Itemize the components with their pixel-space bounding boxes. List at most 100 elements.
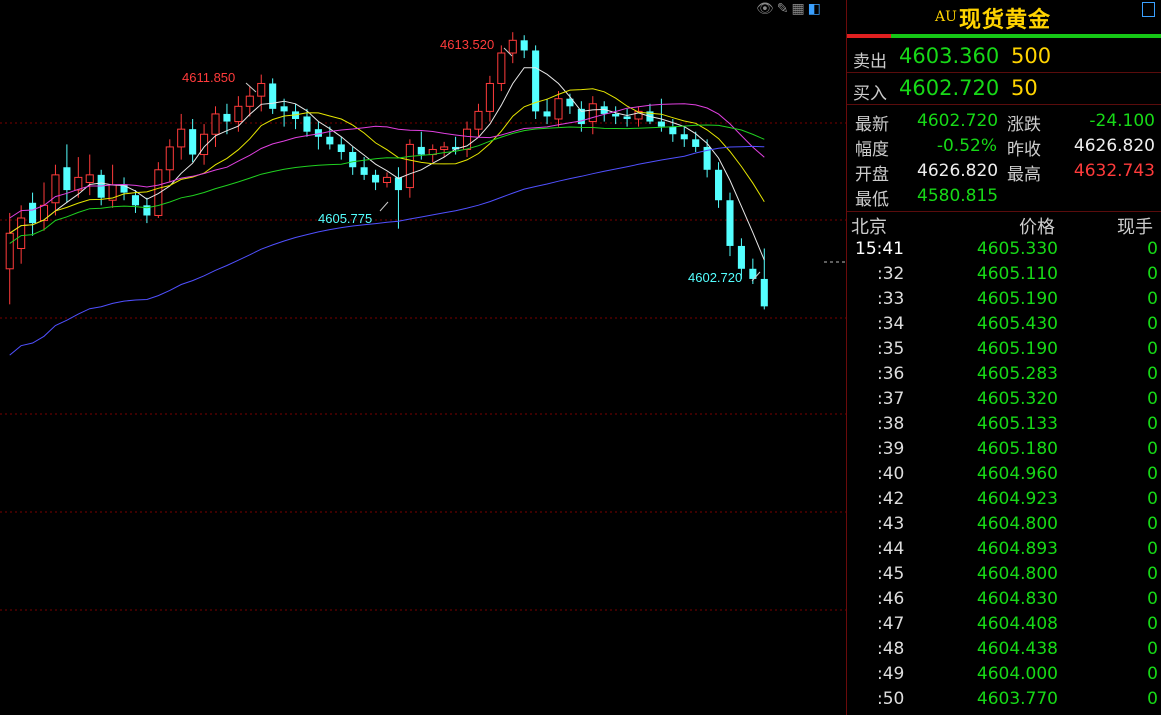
candle-body-down <box>760 278 768 307</box>
window-toggle-icon[interactable] <box>1142 2 1155 17</box>
tick-qty: 0 <box>1147 339 1158 359</box>
instrument-name: 现货黄金 <box>959 8 1052 33</box>
candle-body-down <box>131 195 140 206</box>
candle-body-down <box>543 111 551 117</box>
candle-body-down <box>612 113 620 117</box>
ticks-header-time: 北京 <box>851 217 887 238</box>
kline-chart-svg[interactable]: 4611.850 4613.520 4605.775 4602.720 <box>0 0 846 715</box>
tick-time: :44 <box>877 539 905 559</box>
tick-price: 4605.133 <box>976 414 1058 434</box>
candle-body-up <box>485 82 494 112</box>
divider <box>847 211 1161 212</box>
tick-time: :47 <box>877 614 905 634</box>
buy-row: 买入 4602.720 50 <box>847 74 1161 104</box>
candle-body-up <box>440 146 449 150</box>
tick-qty: 0 <box>1147 589 1158 609</box>
candle-body-down <box>657 121 665 127</box>
sell-price: 4603.360 <box>899 44 1000 68</box>
ticks-header-qty: 现手 <box>1117 217 1153 238</box>
price-annotation: 4605.775 <box>318 211 372 226</box>
high-label: 最高 <box>1007 165 1041 185</box>
tick-qty: 0 <box>1147 539 1158 559</box>
tick-time: :37 <box>877 389 905 409</box>
candle-body-up <box>554 98 563 120</box>
candle-body-down <box>120 185 128 193</box>
pencil-icon[interactable]: ✎ <box>777 1 789 17</box>
candle-body-down <box>337 144 345 153</box>
tick-price: 4605.330 <box>976 239 1058 259</box>
tick-row: :44 4604.893 0 <box>847 539 1161 564</box>
tick-qty: 0 <box>1147 489 1158 509</box>
candle-body-down <box>715 169 723 201</box>
tick-qty: 0 <box>1147 264 1158 284</box>
tick-price: 4604.923 <box>976 489 1058 509</box>
divider <box>847 104 1161 105</box>
buy-volume: 50 <box>1011 76 1038 100</box>
eye-icon[interactable]: 👁 <box>756 1 774 17</box>
tick-time: :43 <box>877 514 905 534</box>
tick-time: 15:41 <box>855 239 904 259</box>
candle-body-up <box>211 113 220 135</box>
tick-price: 4605.190 <box>976 339 1058 359</box>
candle-body-up <box>154 169 163 216</box>
tick-time: :36 <box>877 364 905 384</box>
tick-time: :32 <box>877 264 905 284</box>
candle-body-up <box>508 39 517 54</box>
price-annotation: 4611.850 <box>182 70 235 85</box>
tick-qty: 0 <box>1147 639 1158 659</box>
tick-row: :32 4605.110 0 <box>847 264 1161 289</box>
candle-body-down <box>280 106 288 112</box>
symbol-code: AU <box>935 9 957 25</box>
candle-body-up <box>405 143 414 189</box>
candle-body-down <box>303 116 311 132</box>
buy-label: 买入 <box>853 84 887 104</box>
tick-qty: 0 <box>1147 689 1158 709</box>
low-value: 4580.815 <box>917 186 999 206</box>
tick-row: :33 4605.190 0 <box>847 289 1161 314</box>
candle-body-up <box>245 95 254 107</box>
tick-qty: 0 <box>1147 314 1158 334</box>
change-value: -24.100 <box>1089 111 1155 131</box>
candle-body-down <box>63 167 71 191</box>
tick-price: 4605.110 <box>976 264 1058 284</box>
candle-body-up <box>497 52 506 84</box>
buy-price: 4602.720 <box>899 76 1000 100</box>
candle-body-down <box>692 139 700 147</box>
tick-row: :36 4605.283 0 <box>847 364 1161 389</box>
prev-close-value: 4626.820 <box>1073 136 1155 156</box>
tick-row: :45 4604.800 0 <box>847 564 1161 589</box>
sell-volume: 500 <box>1011 44 1052 68</box>
candle-body-down <box>680 134 688 140</box>
tick-time: :39 <box>877 439 905 459</box>
grid-icon[interactable]: ▦ <box>792 1 805 17</box>
price-annotation: 4613.520 <box>440 37 494 52</box>
tick-row: :39 4605.180 0 <box>847 439 1161 464</box>
divider <box>847 72 1161 73</box>
tick-row: :49 4604.000 0 <box>847 664 1161 689</box>
tick-qty: 0 <box>1147 239 1158 259</box>
tick-row: :42 4604.923 0 <box>847 489 1161 514</box>
candle-body-down <box>726 200 734 246</box>
tick-price: 4604.893 <box>976 539 1058 559</box>
quote-panel: AU 现货黄金 卖出 4603.360 500 买入 4602.720 50 最… <box>846 0 1161 715</box>
bid-ask-ratio-bar <box>847 34 1161 38</box>
tick-qty: 0 <box>1147 664 1158 684</box>
tick-price: 4604.800 <box>976 514 1058 534</box>
tick-price: 4604.830 <box>976 589 1058 609</box>
tick-qty: 0 <box>1147 464 1158 484</box>
open-label: 开盘 <box>855 165 889 185</box>
panel-toggle-icon[interactable]: ◧ <box>808 1 821 17</box>
tick-price: 4605.190 <box>976 289 1058 309</box>
kline-chart[interactable]: 4611.850 4613.520 4605.775 4602.720 👁 ✎ ▦ ◧ <box>0 0 846 715</box>
tick-price: 4604.960 <box>976 464 1058 484</box>
candle-body-up <box>5 232 14 270</box>
tick-time: :33 <box>877 289 905 309</box>
candle-body-down <box>520 40 528 51</box>
tick-price: 4605.283 <box>976 364 1058 384</box>
candle-body-up <box>257 82 266 97</box>
tick-time: :42 <box>877 489 905 509</box>
chart-toolbar: 👁 ✎ ▦ ◧ <box>756 0 821 18</box>
price-annotation: 4602.720 <box>688 270 742 285</box>
tick-price: 4603.770 <box>976 689 1058 709</box>
candle-body-up <box>474 110 483 130</box>
